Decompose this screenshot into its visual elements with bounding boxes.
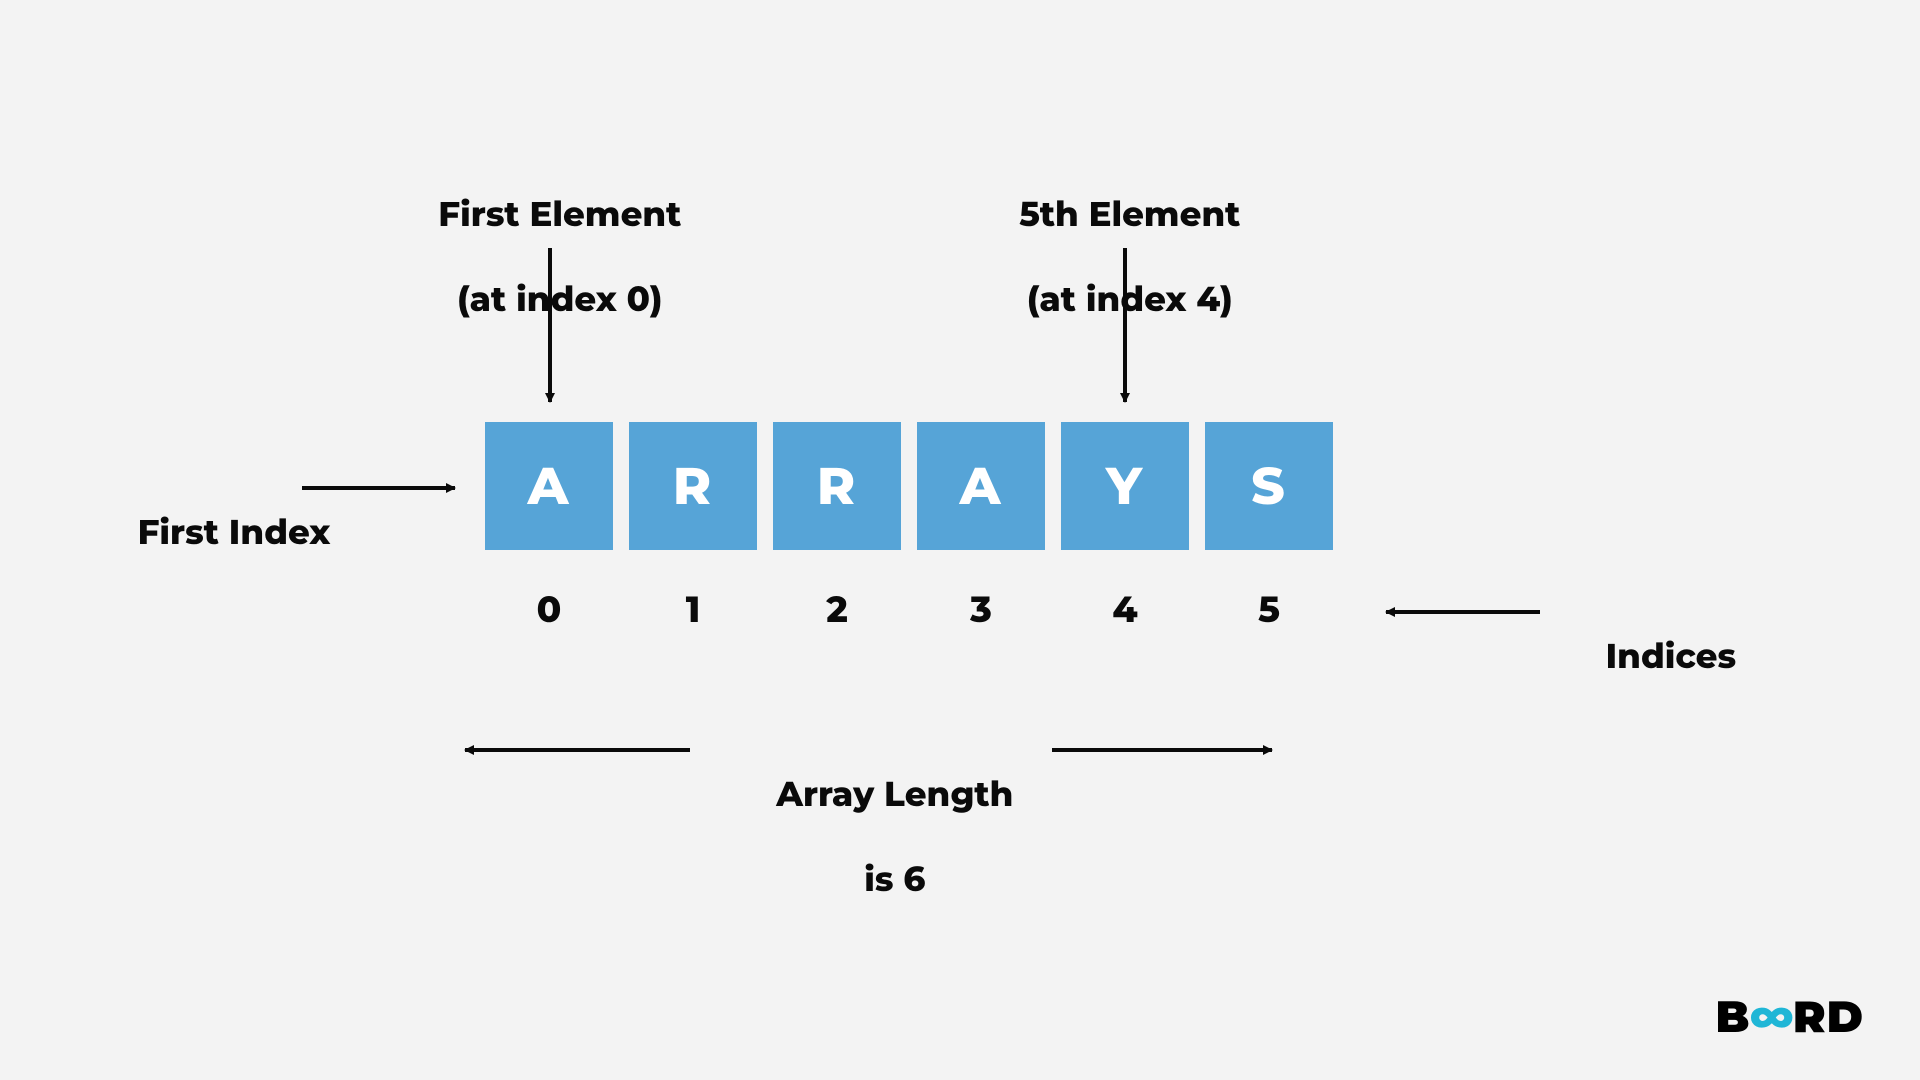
brand-letter: RD: [1793, 990, 1864, 1044]
brand-logo: B∞RD: [1716, 990, 1864, 1044]
brand-letter: B: [1716, 990, 1751, 1044]
diagram-stage: First Element (at index 0) 5th Element (…: [0, 0, 1920, 1080]
infinity-icon: ∞: [1749, 991, 1793, 1045]
arrows-overlay: [0, 0, 1920, 1080]
